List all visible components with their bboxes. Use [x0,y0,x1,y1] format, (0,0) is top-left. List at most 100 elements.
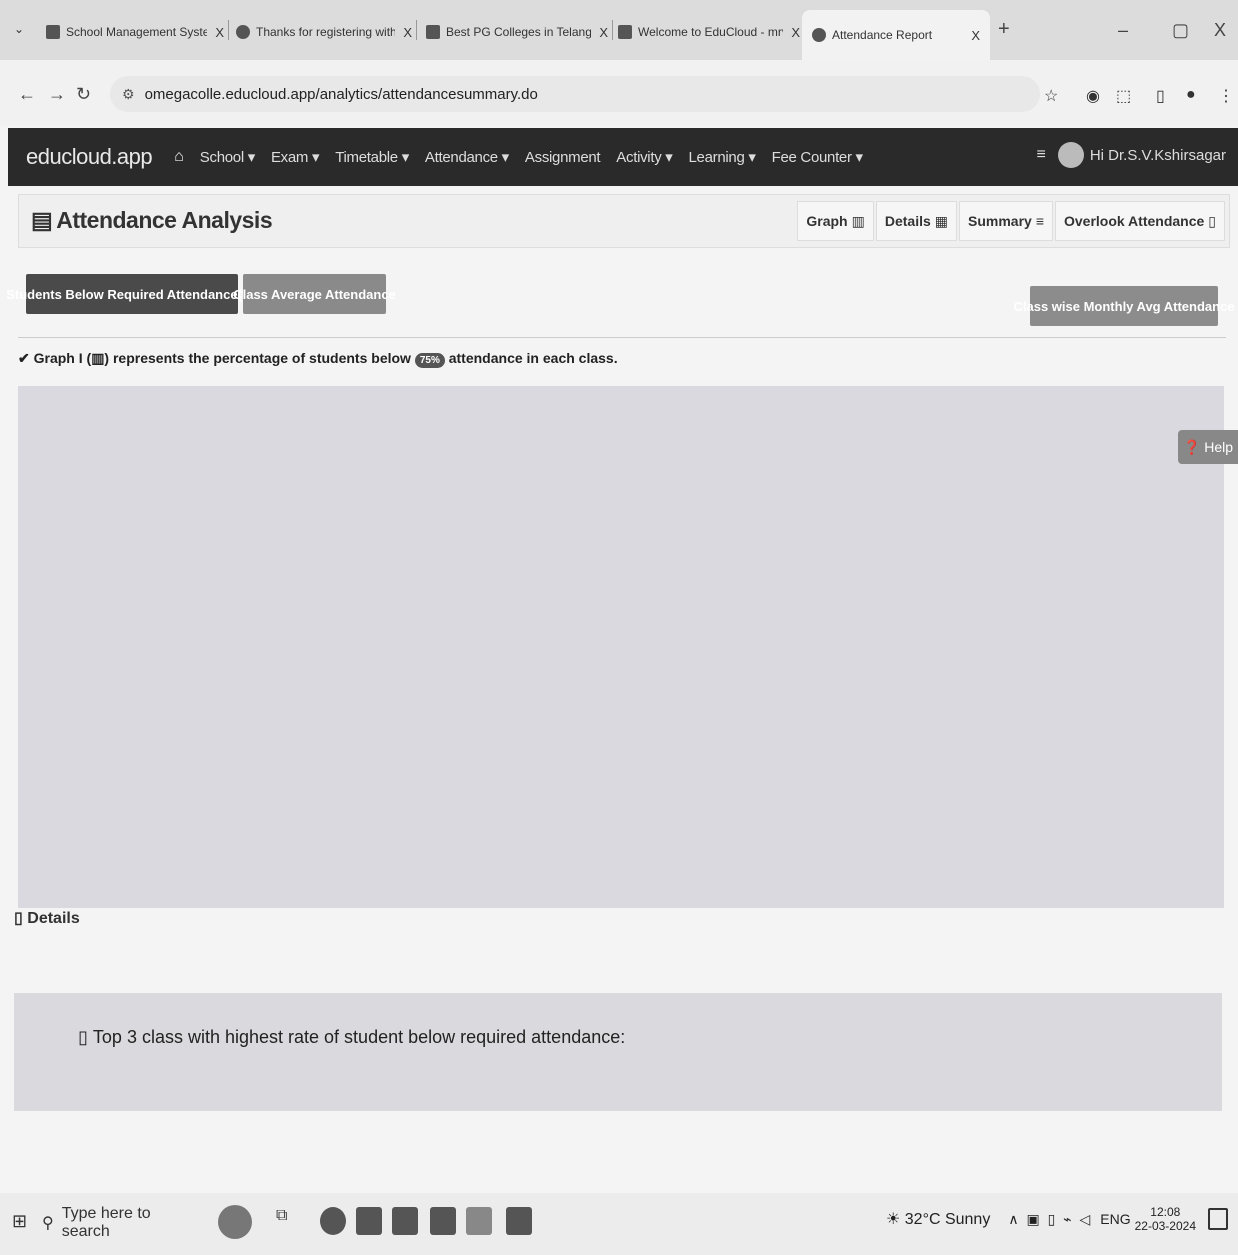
clock-date: 22-03-2024 [1134,1219,1196,1233]
tab-label: Best PG Colleges in Telangana - [446,25,592,39]
browser-toolbar: ← → ↻ ⚙ omegacolle.educloud.app/analytic… [0,60,1238,126]
profile-icon[interactable]: ● [1186,86,1196,104]
graph-description: ✔ Graph I (▥) represents the percentage … [18,350,618,368]
brand-logo[interactable]: educloud.app [26,144,153,170]
tab-graph[interactable]: Graph ▥ [797,201,874,241]
clock-time: 12:08 [1150,1205,1181,1219]
nav-school[interactable]: School ▾ [200,148,255,166]
tab-overlook-attendance[interactable]: Overlook Attendance ▯ [1054,201,1225,241]
tab-separator [228,20,229,40]
details-heading: ▯ Details [14,908,80,928]
language-indicator[interactable]: ENG [1100,1211,1130,1227]
page-header: ▤ Attendance Analysis Graph ▥ Details ▦ Sum… [18,194,1230,248]
app-navbar: educloud.app ⌂ School ▾ Exam ▾ Timetable… [8,128,1238,186]
extension-icon[interactable]: ◉ [1086,86,1100,106]
new-tab-button[interactable]: + [998,18,1010,41]
windows-start-icon[interactable]: ⊞ [12,1211,27,1232]
browser-tab-best-pg-colleges[interactable]: Best PG Colleges in Telangana - X [426,14,608,50]
cortana-icon[interactable] [218,1205,252,1239]
close-window-button[interactable]: X [1214,20,1226,41]
search-icon: ⚲ [42,1215,54,1232]
nav-fee-counter[interactable]: Fee Counter ▾ [772,148,863,166]
tab-label: Thanks for registering with Edu [256,25,396,39]
clock[interactable]: 12:08 22-03-2024 [1135,1205,1196,1233]
extensions-puzzle-icon[interactable]: ⬚ [1116,86,1131,106]
back-arrow-icon[interactable]: ← [18,84,36,105]
nav-timetable[interactable]: Timetable ▾ [335,148,409,166]
students-below-required-button[interactable]: Students Below Required Attendance(%) [6,274,258,314]
mail-icon[interactable] [430,1207,456,1235]
nav-learning[interactable]: Learning ▾ [689,148,756,166]
site-info-icon[interactable]: ⚙ [122,86,135,103]
tab-label: Overlook Attendance [1063,213,1205,229]
bookmark-star-icon[interactable]: ☆ [1044,86,1058,106]
tab-search-chevron-icon[interactable]: ⌄ [14,22,24,36]
site-favicon-icon [426,25,440,39]
address-bar[interactable]: ⚙ omegacolle.educloud.app/analytics/atte… [110,76,1040,112]
forward-arrow-icon[interactable]: → [48,84,66,105]
taskbar-search[interactable]: ⚲ Type here to search [42,1203,192,1243]
browser-menu-icon[interactable]: ⋮ [1218,86,1234,106]
help-button[interactable]: ❓ Help [1178,430,1238,464]
weather-widget[interactable]: ☀ 32°C Sunny [886,1209,990,1229]
list-icon: ▤ [31,207,53,233]
browser-tab-school-management[interactable]: School Management System | F X [46,14,224,50]
nav-activity[interactable]: Activity ▾ [616,148,673,166]
note-text: attendance in each class. [448,350,618,366]
sidebar-icon[interactable]: ▯ [1156,86,1165,106]
note-text: Graph I ( [33,350,92,366]
nav-exam[interactable]: Exam ▾ [271,148,320,166]
class-average-attendance-button[interactable]: Class Average Attendance [233,274,396,314]
view-tabs: Graph ▥ Details ▦ Summary ≡ Overlook Attend… [795,201,1225,241]
minimize-button[interactable]: – [1118,20,1128,41]
close-tab-icon[interactable]: X [599,25,608,40]
bar-chart-icon: ▥ [851,212,865,229]
tab-details[interactable]: Details ▦ [875,201,957,241]
tab-label: Details [884,213,931,229]
reload-icon[interactable]: ↻ [76,84,91,105]
tab-summary[interactable]: Summary ≡ [959,201,1053,241]
help-label: Help [1204,439,1234,455]
avatar[interactable] [1057,142,1084,168]
task-view-icon[interactable]: ⧉ [276,1207,302,1235]
globe-icon [812,28,826,42]
close-tab-icon[interactable]: X [971,28,980,43]
hamburger-menu-icon[interactable]: ≡ [1036,146,1045,164]
top3-text: ▯ Top 3 class with highest rate of stude… [78,1027,625,1048]
nav-attendance[interactable]: Attendance ▾ [425,148,509,166]
notification-icon[interactable] [1208,1208,1228,1230]
maximize-button[interactable]: ▢ [1172,20,1189,41]
browser-tab-strip: ⌄ School Management System | F X Thanks … [0,0,1238,61]
store-icon[interactable] [392,1207,418,1235]
top3-label: Top 3 class with highest rate of student… [92,1027,626,1047]
question-icon: ❓ [1182,438,1201,455]
table-icon: ▦ [934,212,948,229]
url-text[interactable]: omegacolle.educloud.app/analytics/attend… [145,86,538,103]
app-icon[interactable] [506,1207,532,1235]
site-favicon-icon [46,25,60,39]
home-icon[interactable]: ⌂ [174,148,184,166]
tab-label: Attendance Report [832,28,933,42]
user-greeting[interactable]: Hi Dr.S.V.Kshirsagar [1090,147,1226,164]
user-area: ≡ Hi Dr.S.V.Kshirsagar [1036,142,1226,168]
tray-icons[interactable]: ∧ ▣ ▯ ⌁ ◁ [1008,1211,1092,1228]
note-text: ) represents the percentage of students … [104,350,411,366]
monthly-avg-attendance-button[interactable]: Class wise Monthly Avg Attendance [1013,286,1235,326]
threshold-badge: 75% [414,353,445,368]
chrome-icon[interactable] [466,1207,492,1235]
close-tab-icon[interactable]: X [403,25,412,40]
top3-panel: ▯ Top 3 class with highest rate of stude… [14,993,1222,1111]
check-icon: ✔ [18,350,30,366]
nav-assignment[interactable]: Assignment [525,149,601,166]
browser-tab-attendance-report[interactable]: Attendance Report X [802,10,990,60]
book-icon: ▯ [78,1027,88,1047]
edge-browser-icon[interactable] [320,1207,346,1235]
close-tab-icon[interactable]: X [215,25,224,40]
file-explorer-icon[interactable] [356,1207,382,1235]
close-tab-icon[interactable]: X [791,25,800,40]
browser-tab-welcome-educloud[interactable]: Welcome to EduCloud - mrvc X [618,14,800,50]
browser-tab-thanks-registering[interactable]: Thanks for registering with Edu X [236,14,412,50]
windows-taskbar: ⊞ ⚲ Type here to search ⧉ ☀ 32°C Sunny ∧… [0,1193,1238,1255]
book-icon: ▯ [1208,212,1216,229]
tab-separator [416,20,417,40]
